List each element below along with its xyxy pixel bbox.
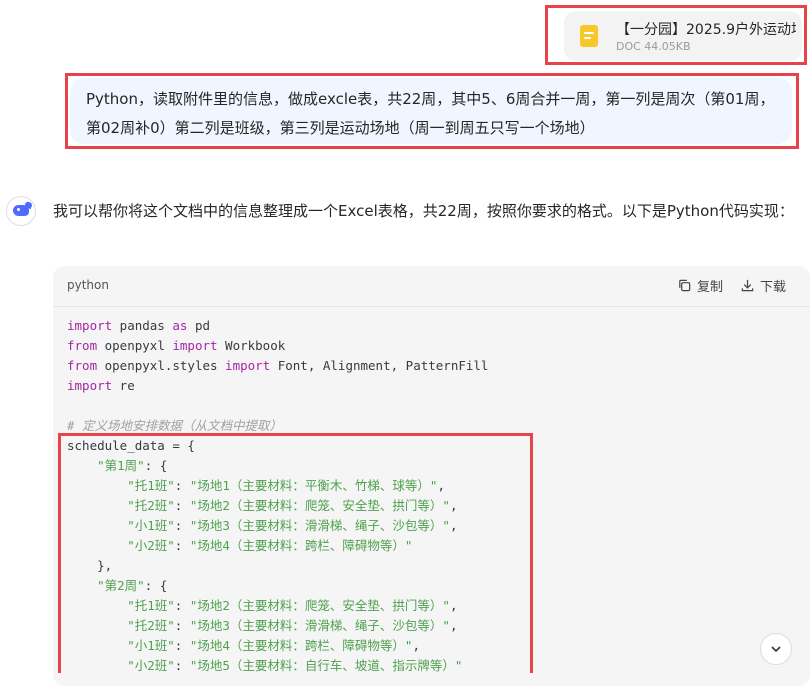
- code-line: from openpyxl.styles import Font, Alignm…: [67, 358, 489, 373]
- code-highlight: [58, 433, 533, 673]
- code-header: python 复制 下载: [53, 266, 810, 306]
- code-language: python: [67, 278, 109, 292]
- chevron-down-icon: [771, 646, 781, 653]
- deepseek-whale-icon: [6, 196, 36, 226]
- code-line: import re: [67, 378, 135, 393]
- assistant-reply-text: 我可以帮你将这个文档中的信息整理成一个Excel表格，共22周，按照你要求的格式…: [53, 202, 794, 220]
- copy-button[interactable]: 复制: [677, 276, 723, 295]
- attachment-meta: DOC 44.05KB: [616, 40, 691, 53]
- attachment-card[interactable]: 【一分园】2025.9户外运动场地安排.doc DOC 44.05KB: [564, 11, 802, 61]
- download-button[interactable]: 下载: [740, 276, 786, 295]
- download-icon: [741, 279, 754, 292]
- copy-icon: [679, 279, 691, 292]
- attachment-name: 【一分园】2025.9户外运动场地安排.doc: [616, 22, 796, 38]
- user-message: Python，读取附件里的信息，做成excle表，共22周，其中5、6周合并一周…: [70, 78, 792, 144]
- code-line: import pandas as pd: [67, 318, 211, 333]
- copy-label: 复制: [697, 280, 724, 295]
- code-header-divider: [53, 306, 810, 307]
- doc-file-icon: [580, 25, 598, 47]
- scroll-down-button[interactable]: [760, 633, 792, 665]
- download-label: 下载: [760, 280, 787, 295]
- code-line: from openpyxl import Workbook: [67, 338, 286, 353]
